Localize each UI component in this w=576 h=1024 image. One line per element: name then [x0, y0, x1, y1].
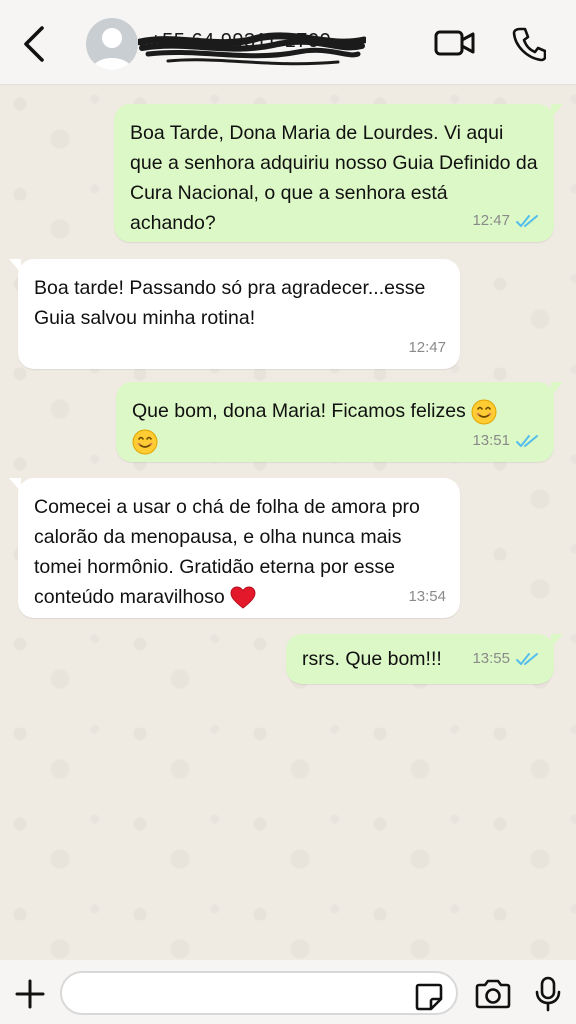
message-text: Comecei a usar o chá de folha de amora p… [34, 496, 420, 609]
bubble-tail [551, 382, 563, 396]
redaction-scribble [138, 32, 366, 66]
plus-icon[interactable] [14, 978, 46, 1010]
red-heart-emoji [230, 586, 256, 609]
video-call-icon[interactable] [434, 26, 476, 60]
back-arrow-icon[interactable] [18, 24, 52, 64]
message-meta: 12:47 [408, 333, 446, 363]
double-check-read-icon [516, 653, 538, 665]
sticker-icon[interactable] [414, 982, 444, 1012]
message-meta: 13:54 [408, 582, 446, 612]
microphone-icon[interactable] [534, 976, 562, 1012]
message-meta: 13:55 [472, 644, 540, 674]
incoming-message[interactable]: Comecei a usar o chá de folha de amora p… [9, 478, 460, 618]
smiling-face-emoji [132, 429, 158, 455]
double-check-read-icon [516, 215, 538, 227]
bubble-tail [9, 259, 21, 273]
smiling-face-emoji [471, 399, 497, 425]
bubble-tail [9, 478, 21, 492]
message-meta: 13:51 [472, 426, 540, 456]
message-time: 13:55 [472, 650, 510, 667]
composer-bar [0, 960, 576, 1024]
message-meta: 12:47 [472, 206, 540, 236]
avatar[interactable] [86, 18, 138, 70]
message-text: Boa tarde! Passando só pra agradecer...e… [34, 277, 426, 329]
incoming-message[interactable]: Boa tarde! Passando só pra agradecer...e… [9, 259, 460, 369]
message-time: 13:51 [472, 432, 510, 449]
outgoing-message[interactable]: Boa Tarde, Dona Maria de Lourdes. Vi aqu… [114, 104, 563, 242]
phone-icon[interactable] [512, 26, 546, 62]
message-time: 12:47 [472, 212, 510, 229]
message-time: 12:47 [408, 339, 446, 356]
double-check-read-icon [516, 435, 538, 447]
message-input[interactable] [60, 971, 458, 1015]
bubble-tail [551, 104, 563, 118]
avatar-placeholder-icon [92, 28, 132, 70]
bubble-tail [551, 634, 563, 648]
message-time: 13:54 [408, 588, 446, 605]
outgoing-message[interactable]: rsrs. Que bom!!! 13:55 [286, 634, 563, 684]
chat-header: +55 64 99311-1700 [0, 0, 576, 85]
outgoing-message[interactable]: Que bom, dona Maria! Ficamos felizes 13:… [116, 382, 563, 462]
camera-icon[interactable] [474, 978, 512, 1010]
